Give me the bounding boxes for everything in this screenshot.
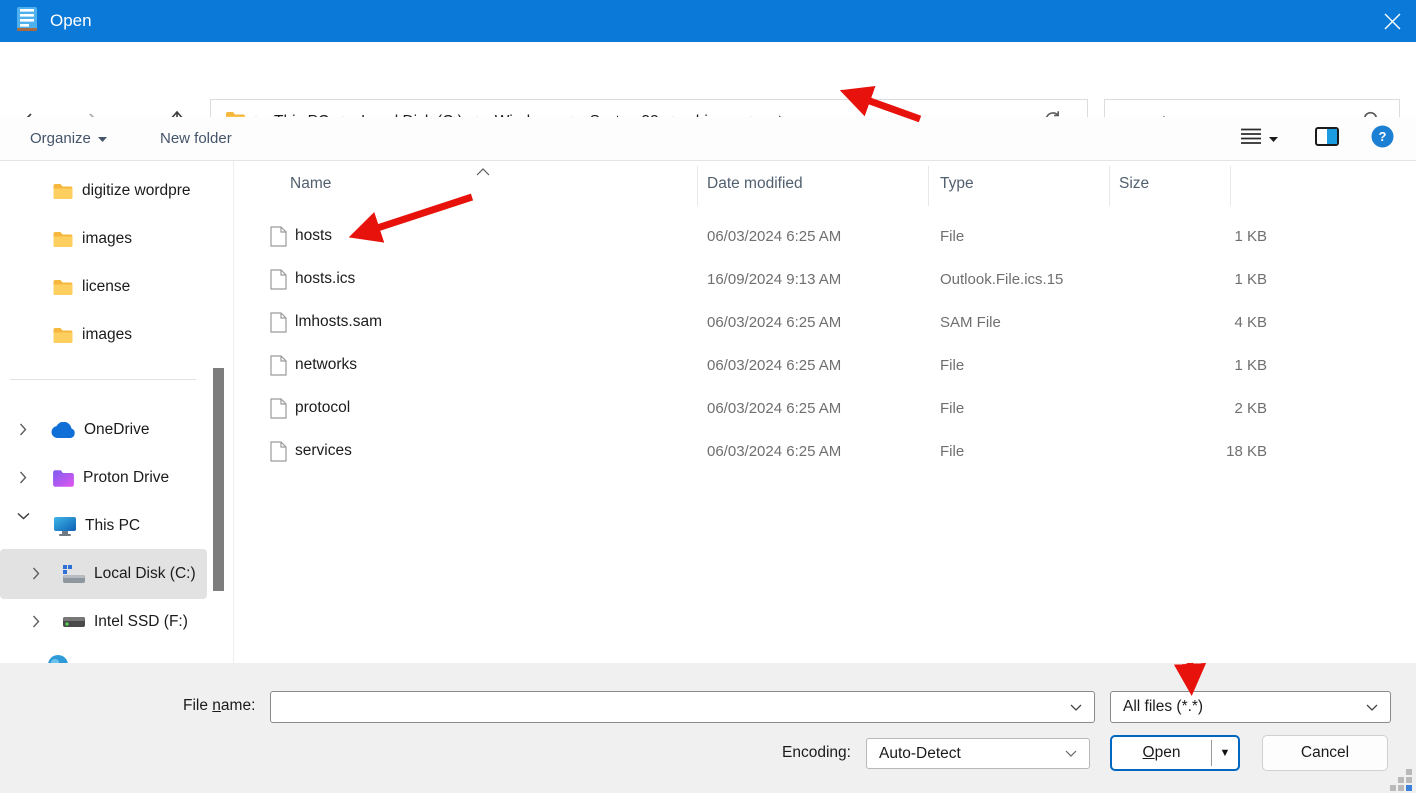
file-list: Name Date modified Type Size hosts 06/03…: [238, 161, 1416, 663]
expand-chevron-icon[interactable]: [19, 423, 27, 436]
file-row-protocol[interactable]: protocol 06/03/2024 6:25 AM File 2 KB: [238, 388, 1416, 431]
preview-pane-icon: [1315, 127, 1339, 150]
monitor-icon: [53, 516, 77, 536]
network-globe-icon[interactable]: [47, 653, 71, 663]
open-file-dialog: Open This PC L: [0, 0, 1416, 793]
dialog-footer: File name: All files (*.*) Encoding: Aut…: [0, 663, 1416, 793]
file-name-combobox: [270, 691, 1095, 723]
help-button[interactable]: ?: [1371, 117, 1394, 160]
close-button[interactable]: [1368, 0, 1416, 42]
command-toolbar: Organize New folder ?: [0, 117, 1416, 161]
sidebar-scrollbar[interactable]: [213, 368, 224, 591]
expand-chevron-icon[interactable]: [19, 471, 27, 484]
chevron-down-icon: [1366, 704, 1390, 711]
file-type-select[interactable]: All files (*.*): [1110, 691, 1391, 723]
expand-chevron-icon[interactable]: [32, 615, 40, 628]
file-icon: [270, 312, 287, 338]
svg-text:?: ?: [1379, 129, 1387, 144]
file-icon: [270, 355, 287, 381]
file-icon: [270, 398, 287, 424]
sidebar-item-local-disk-c[interactable]: Local Disk (C:): [62, 556, 233, 592]
file-row-hosts[interactable]: hosts 06/03/2024 6:25 AM File 1 KB: [238, 216, 1416, 259]
proton-folder-icon: [52, 469, 75, 488]
onedrive-cloud-icon: [50, 422, 76, 439]
file-row-hosts-ics[interactable]: hosts.ics 16/09/2024 9:13 AM Outlook.Fil…: [238, 259, 1416, 302]
organize-button[interactable]: Organize: [30, 117, 107, 160]
navigation-row: This PC Local Disk (C:) Windows System32…: [0, 42, 1416, 117]
sidebar-item-images[interactable]: images: [52, 221, 233, 257]
chevron-down-icon: [1269, 130, 1278, 147]
open-dropdown-arrow[interactable]: ▼: [1212, 747, 1238, 759]
column-header-size[interactable]: Size: [1119, 175, 1149, 193]
sidebar-item-digitize-wordpress[interactable]: digitize wordpre: [52, 173, 233, 209]
column-header-name[interactable]: Name: [290, 175, 331, 193]
ssd-drive-icon: [62, 615, 86, 629]
file-row-networks[interactable]: networks 06/03/2024 6:25 AM File 1 KB: [238, 345, 1416, 388]
window-title: Open: [50, 11, 92, 31]
encoding-label: Encoding:: [782, 744, 851, 762]
chevron-down-icon: [98, 130, 107, 147]
file-icon: [270, 441, 287, 467]
sidebar-item-license[interactable]: license: [52, 269, 233, 305]
navigation-pane: digitize wordpre images license images O…: [0, 161, 233, 663]
column-header-type[interactable]: Type: [940, 175, 974, 193]
help-icon: ?: [1371, 125, 1394, 152]
encoding-select[interactable]: Auto-Detect: [866, 738, 1090, 769]
file-name-input[interactable]: [271, 692, 1070, 722]
cancel-button[interactable]: Cancel: [1262, 735, 1388, 771]
open-split-button[interactable]: Open ▼: [1110, 735, 1240, 771]
file-icon: [270, 269, 287, 295]
sidebar-item-onedrive[interactable]: OneDrive: [50, 412, 233, 448]
file-row-services[interactable]: services 06/03/2024 6:25 AM File 18 KB: [238, 431, 1416, 474]
collapse-chevron-icon[interactable]: [17, 512, 30, 520]
file-row-lmhosts-sam[interactable]: lmhosts.sam 06/03/2024 6:25 AM SAM File …: [238, 302, 1416, 345]
view-mode-button[interactable]: [1240, 117, 1278, 160]
new-folder-label: New folder: [160, 130, 232, 147]
chevron-down-icon: [1065, 750, 1089, 757]
sidebar-item-images-2[interactable]: images: [52, 317, 233, 353]
sidebar-divider: [10, 379, 196, 380]
column-header-date-modified[interactable]: Date modified: [707, 175, 803, 193]
chevron-down-icon[interactable]: [1070, 704, 1094, 711]
pane-separator: [233, 161, 234, 663]
organize-label: Organize: [30, 130, 91, 147]
hard-drive-icon: [62, 565, 86, 584]
preview-pane-button[interactable]: [1315, 117, 1339, 160]
open-button-label: Open: [1112, 744, 1211, 762]
title-bar: Open: [0, 0, 1416, 42]
file-name-label: File name:: [183, 697, 255, 715]
sidebar-item-this-pc[interactable]: This PC: [53, 508, 233, 544]
file-icon: [270, 226, 287, 252]
sidebar-item-intel-ssd-f[interactable]: Intel SSD (F:): [62, 604, 233, 640]
resize-grip[interactable]: [1392, 769, 1414, 791]
notepad-icon: [14, 5, 40, 38]
details-view-icon: [1240, 127, 1262, 150]
sidebar-item-proton-drive[interactable]: Proton Drive: [52, 460, 233, 496]
expand-chevron-icon[interactable]: [32, 567, 40, 580]
sort-ascending-icon: [476, 163, 490, 181]
new-folder-button[interactable]: New folder: [160, 117, 232, 160]
